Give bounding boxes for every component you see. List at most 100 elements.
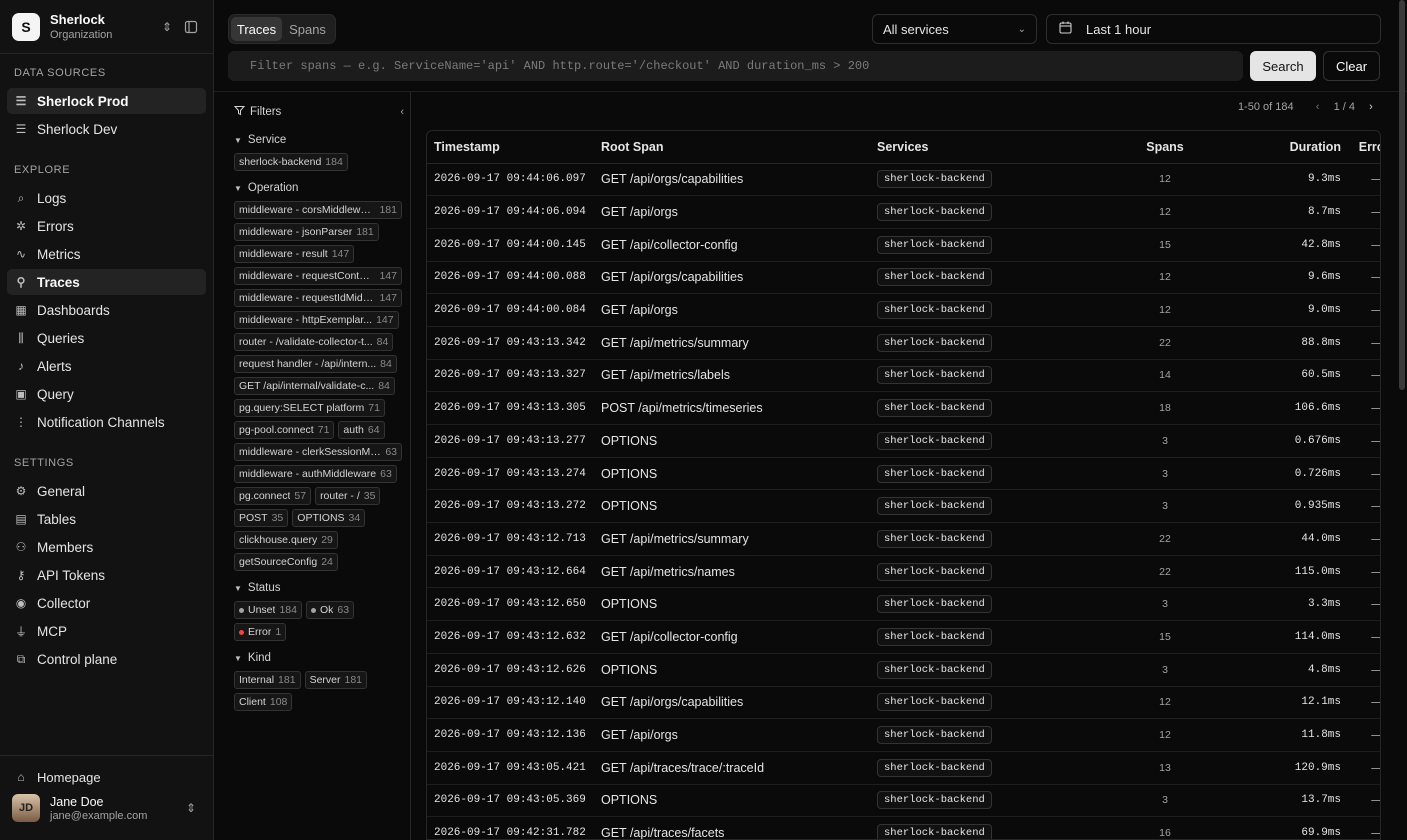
facet-chip[interactable]: middleware - requestIdMidd... 147 — [234, 289, 402, 307]
facet-chip[interactable]: middleware - jsonParser 181 — [234, 223, 379, 241]
facet-chip[interactable]: getSourceConfig 24 — [234, 553, 338, 571]
chevron-left-icon[interactable]: ‹ — [1308, 101, 1328, 113]
table-row[interactable]: 2026-09-17 09:44:00.088 GET /api/orgs/cap… — [427, 261, 1380, 295]
facet-chip[interactable]: Error 1 — [234, 623, 287, 641]
facet-chip-count: 147 — [331, 248, 350, 260]
facet-chip[interactable]: router - /35 — [315, 487, 381, 505]
facet-chip[interactable]: pg.query:SELECT platform 71 — [234, 399, 385, 417]
facet-title[interactable]: ▼ Kind — [234, 649, 404, 667]
tab-spans[interactable]: Spans — [282, 17, 333, 41]
table-row[interactable]: 2026-09-17 09:43:12.664 GET /api/metrics/… — [427, 555, 1380, 589]
table-row[interactable]: 2026-09-17 09:43:12.626 OPTIONS sherlock-b… — [427, 653, 1380, 687]
sidebar-item-dashboards[interactable]: ▦ Dashboards — [7, 297, 206, 323]
chevron-down-icon: ▼ — [234, 183, 242, 193]
table-row[interactable]: 2026-09-17 09:44:06.097 GET /api/orgs/cap… — [427, 163, 1380, 197]
table-row[interactable]: 2026-09-17 09:43:13.272 OPTIONS sherlock-b… — [427, 489, 1380, 524]
time-range-picker[interactable]: Last 1 hour — [1046, 14, 1381, 44]
chevrons-updown-icon[interactable]: ⇕ — [181, 798, 201, 818]
facet-chip[interactable]: middleware - httpExemplar... 147 — [234, 311, 399, 329]
sidebar-item-query[interactable]: ▣ Query — [7, 381, 206, 407]
sidebar-item-sherlock-dev[interactable]: ☰ Sherlock Dev — [7, 116, 206, 142]
facet-chip[interactable]: middleware - result 147 — [234, 245, 355, 263]
facet-chip[interactable]: middleware - corsMiddleware 181 — [234, 201, 402, 219]
sidebar-item-general[interactable]: ⚙ General — [7, 478, 206, 504]
table-row[interactable]: 2026-09-17 09:42:31.782 GET /api/traces/f… — [427, 816, 1380, 839]
tab-traces[interactable]: Traces — [231, 17, 282, 41]
sidebar-item-notification-channels[interactable]: ⋮ Notification Channels — [7, 409, 206, 435]
sidebar-toggle-icon[interactable] — [181, 17, 201, 37]
scrollbar[interactable] — [1399, 0, 1405, 390]
facet-title[interactable]: ▼ Service — [234, 131, 404, 149]
facet-chip[interactable]: OPTIONS 34 — [292, 509, 366, 527]
table-row[interactable]: 2026-09-17 09:43:05.421 GET /api/traces/t… — [427, 751, 1380, 785]
table-row[interactable]: 2026-09-17 09:44:00.084 GET /api/orgs sher… — [427, 293, 1380, 327]
facet-chip[interactable]: router - /validate-collector-t... 84 — [234, 333, 394, 351]
column-header-errors[interactable]: Errors — [1348, 131, 1380, 164]
table-row[interactable]: 2026-09-17 09:44:06.094 GET /api/orgs sher… — [427, 195, 1380, 229]
table-row[interactable]: 2026-09-17 09:43:05.369 OPTIONS sherlock-b… — [427, 784, 1380, 818]
facet-title[interactable]: ▼ Status — [234, 579, 404, 597]
table-row[interactable]: 2026-09-17 09:43:13.327 GET /api/metrics/… — [427, 359, 1380, 393]
sidebar-item-control-plane[interactable]: ⧉ Control plane — [7, 646, 206, 672]
facet-chip[interactable]: GET /api/internal/validate-c... 84 — [234, 377, 395, 395]
service-badge: sherlock-backend — [877, 660, 992, 679]
table-row[interactable]: 2026-09-17 09:43:13.274 OPTIONS sherlock-b… — [427, 457, 1380, 491]
column-header-timestamp[interactable]: Timestamp — [427, 131, 594, 164]
sidebar-item-api-tokens[interactable]: ⚷ API Tokens — [7, 562, 206, 588]
table-row[interactable]: 2026-09-17 09:43:12.632 GET /api/collecto… — [427, 620, 1380, 654]
facet-title[interactable]: ▼ Operation — [234, 179, 404, 197]
table-row[interactable]: 2026-09-17 09:43:12.136 GET /api/orgs sher… — [427, 718, 1380, 752]
column-header-spans[interactable]: Spans — [1089, 131, 1241, 164]
facet-chip[interactable]: pg.connect 57 — [234, 487, 312, 505]
table-row[interactable]: 2026-09-17 09:44:00.145 GET /api/collecto… — [427, 228, 1380, 262]
sidebar-item-tables[interactable]: ▤ Tables — [7, 506, 206, 532]
facet-chip[interactable]: pg-pool.connect 71 — [234, 421, 335, 439]
sidebar-item-members[interactable]: ⚇ Members — [7, 534, 206, 560]
sidebar-item-queries[interactable]: ⫼ Queries — [7, 325, 206, 351]
table-row[interactable]: 2026-09-17 09:43:12.713 GET /api/metrics/… — [427, 522, 1380, 556]
sidebar-item-alerts[interactable]: ♪ Alerts — [7, 353, 206, 379]
chevron-right-icon[interactable]: › — [1361, 101, 1381, 113]
table-row[interactable]: 2026-09-17 09:43:13.305 POST /api/metrics… — [427, 391, 1380, 425]
column-header-duration[interactable]: Duration — [1241, 131, 1348, 164]
column-header-root-span[interactable]: Root Span — [594, 131, 870, 164]
facet-chip[interactable]: Server 181 — [304, 671, 368, 689]
clear-button[interactable]: Clear — [1323, 51, 1380, 81]
section-settings: SETTINGS — [14, 457, 74, 469]
column-header-services[interactable]: Services — [870, 131, 1089, 164]
facet-chip[interactable]: Unset 184 — [234, 601, 302, 619]
chevrons-updown-icon[interactable]: ⇕ — [157, 17, 177, 37]
timestamp-cell: 2026-09-17 09:43:13.305 — [427, 391, 594, 425]
errors-cell: — — [1348, 718, 1380, 752]
sidebar-item-errors[interactable]: ✲ Errors — [7, 213, 206, 239]
chevron-left-icon[interactable]: ‹ — [400, 106, 404, 118]
search-button[interactable]: Search — [1250, 51, 1316, 81]
service-select[interactable]: All services ⌄ — [872, 14, 1037, 44]
sidebar-item-traces[interactable]: ⚲ Traces — [7, 269, 206, 295]
org-switcher[interactable]: S Sherlock Organization ⇕ — [0, 0, 213, 54]
facet-chip[interactable]: Ok 63 — [305, 601, 355, 619]
filter-query-input[interactable] — [228, 51, 1243, 81]
table-row[interactable]: 2026-09-17 09:43:12.140 GET /api/orgs/cap… — [427, 686, 1380, 720]
sidebar-item-logs[interactable]: ⌕ Logs — [7, 185, 206, 211]
facet-chip[interactable]: auth 64 — [338, 421, 385, 439]
facet-chip[interactable]: POST 35 — [234, 509, 289, 527]
facet-chip[interactable]: middleware - authMiddleware 63 — [234, 465, 397, 483]
table-row[interactable]: 2026-09-17 09:43:13.277 OPTIONS sherlock-b… — [427, 424, 1380, 458]
sidebar-item-sherlock-prod[interactable]: ☰ Sherlock Prod — [7, 88, 206, 114]
user-menu[interactable]: JD Jane Doe jane@example.com ⇕ — [0, 794, 213, 822]
facet-chip[interactable]: Client 108 — [234, 693, 293, 711]
facet-chip[interactable]: sherlock-backend 184 — [234, 153, 348, 171]
facet-chip[interactable]: clickhouse.query 29 — [234, 531, 338, 549]
table-row[interactable]: 2026-09-17 09:43:13.342 GET /api/metrics/… — [427, 326, 1380, 360]
spans-cell: 12 — [1089, 293, 1241, 327]
sidebar-item-mcp[interactable]: ⏚ MCP — [7, 618, 206, 644]
sidebar-item-metrics[interactable]: ∿ Metrics — [7, 241, 206, 267]
facet-chip[interactable]: middleware - requestContex... 147 — [234, 267, 402, 285]
homepage-link[interactable]: ⌂ Homepage — [7, 764, 206, 790]
sidebar-item-collector[interactable]: ◉ Collector — [7, 590, 206, 616]
facet-chip[interactable]: Internal 181 — [234, 671, 301, 689]
facet-chip[interactable]: request handler - /api/intern... 84 — [234, 355, 397, 373]
facet-chip[interactable]: middleware - clerkSessionMi... 63 — [234, 443, 402, 461]
table-row[interactable]: 2026-09-17 09:43:12.650 OPTIONS sherlock-b… — [427, 587, 1380, 622]
